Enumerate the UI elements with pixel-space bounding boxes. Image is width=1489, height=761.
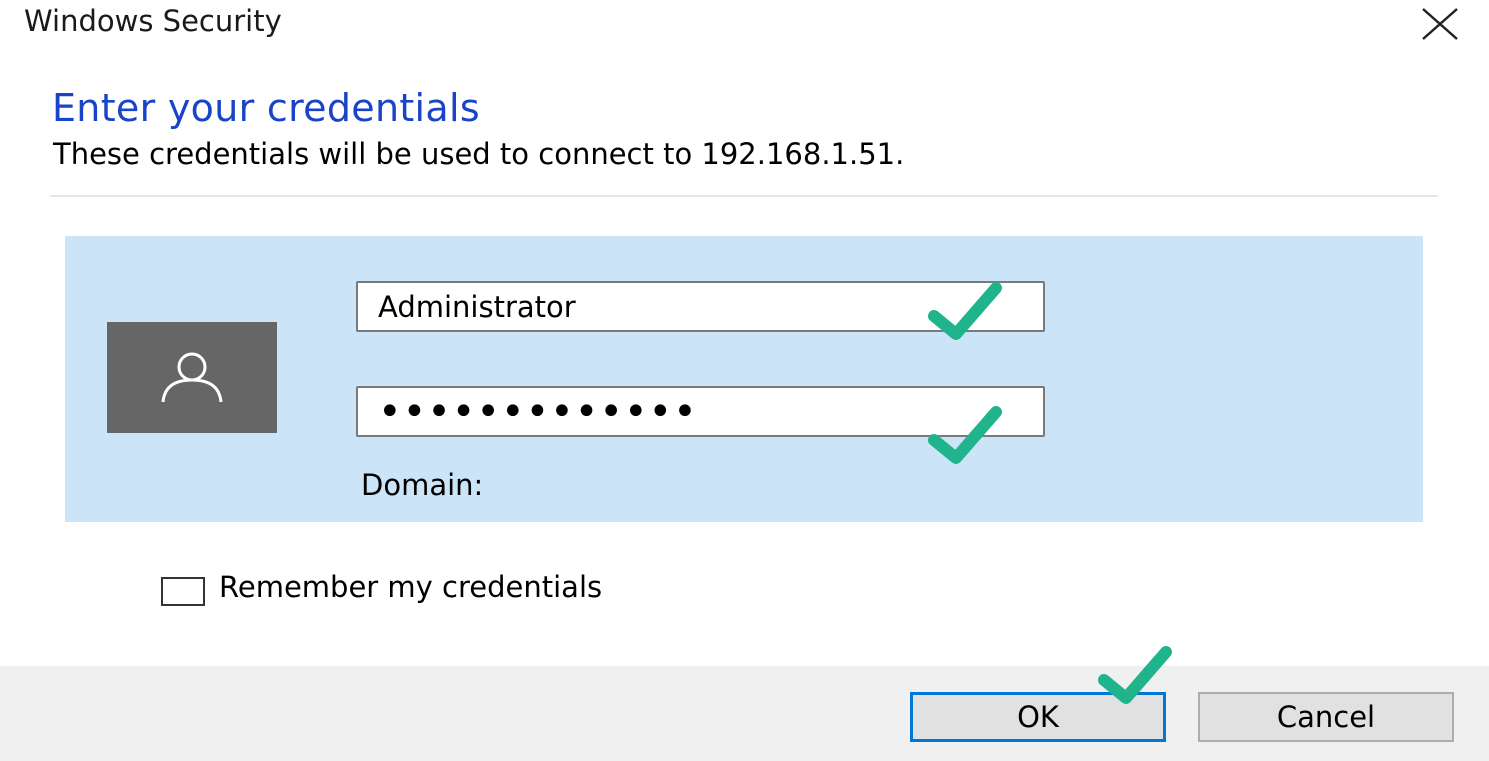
username-value: Administrator xyxy=(378,289,576,324)
dialog-description: These credentials will be used to connec… xyxy=(53,137,905,171)
password-value: ••••••••••••• xyxy=(378,388,698,435)
user-icon xyxy=(161,352,223,402)
cancel-button[interactable]: Cancel xyxy=(1198,692,1454,742)
window-title: Windows Security xyxy=(24,4,282,38)
close-icon xyxy=(1422,8,1458,40)
domain-label: Domain: xyxy=(361,468,484,502)
checkmark-icon xyxy=(928,282,1002,340)
checkmark-icon xyxy=(928,406,1002,464)
dialog-heading: Enter your credentials xyxy=(52,86,480,130)
checkmark-icon xyxy=(1098,646,1172,704)
close-button[interactable] xyxy=(1418,4,1462,44)
user-avatar-tile xyxy=(107,322,277,433)
remember-label[interactable]: Remember my credentials xyxy=(219,570,602,604)
remember-checkbox[interactable] xyxy=(161,577,205,606)
divider xyxy=(50,195,1438,197)
